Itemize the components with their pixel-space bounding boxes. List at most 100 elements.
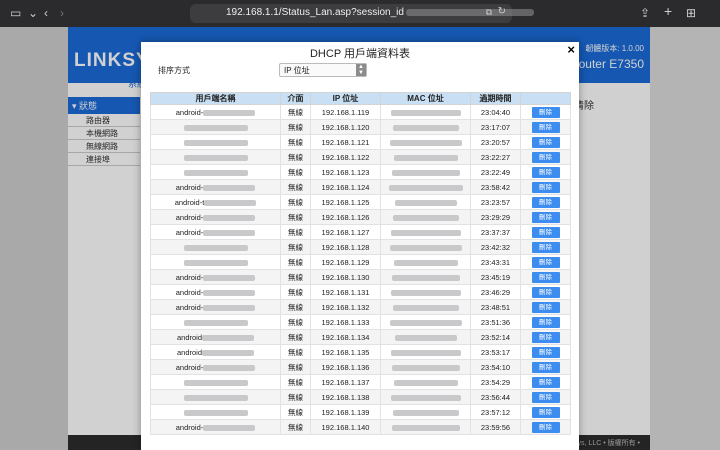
ip-cell: 192.168.1.133 xyxy=(310,314,381,330)
interface-cell: 無線 xyxy=(280,344,311,360)
client-name: android- xyxy=(175,287,204,297)
delete-button[interactable]: 刪除 xyxy=(531,166,560,178)
delete-button[interactable]: 刪除 xyxy=(531,286,560,298)
mac-redacted xyxy=(394,334,457,341)
delete-button[interactable]: 刪除 xyxy=(531,226,560,238)
delete-button[interactable]: 刪除 xyxy=(531,331,560,343)
sidebar-toggle-icon[interactable]: ▭ xyxy=(10,6,21,20)
client-name-cell: android- xyxy=(150,419,281,435)
mac-cell xyxy=(380,134,471,150)
ip-cell: 192.168.1.137 xyxy=(310,374,381,390)
delete-button[interactable]: 刪除 xyxy=(531,391,560,403)
action-cell: 刪除 xyxy=(520,269,571,285)
client-name-cell: android- xyxy=(150,359,281,375)
table-row: 無線 192.168.1.121 23:20:57 刪除 xyxy=(150,134,571,150)
new-tab-icon[interactable]: + xyxy=(664,4,672,18)
delete-button[interactable]: 刪除 xyxy=(531,241,560,253)
back-icon[interactable]: ‹ xyxy=(44,6,48,20)
client-name: android- xyxy=(175,212,204,222)
expire-cell: 23:53:17 xyxy=(470,344,521,360)
ip-cell: 192.168.1.123 xyxy=(310,164,381,180)
delete-button[interactable]: 刪除 xyxy=(531,256,560,268)
mac-redacted xyxy=(391,424,460,431)
delete-button[interactable]: 刪除 xyxy=(531,421,560,433)
client-name-cell xyxy=(150,389,281,405)
reload-icon[interactable]: ↻ xyxy=(498,6,506,17)
delete-button[interactable]: 刪除 xyxy=(531,151,560,163)
sort-select[interactable]: IP 位址 ▲ ▼ xyxy=(279,63,367,77)
delete-button[interactable]: 刪除 xyxy=(531,316,560,328)
expire-cell: 23:04:40 xyxy=(470,104,521,120)
delete-button[interactable]: 刪除 xyxy=(531,136,560,148)
action-cell: 刪除 xyxy=(520,179,571,195)
expire-cell: 23:42:32 xyxy=(470,239,521,255)
delete-button[interactable]: 刪除 xyxy=(531,301,560,313)
column-header-mac: MAC 位址 xyxy=(380,92,471,105)
delete-button[interactable]: 刪除 xyxy=(531,346,560,358)
client-name-redacted xyxy=(183,124,248,131)
ip-cell: 192.168.1.136 xyxy=(310,359,381,375)
client-name-cell xyxy=(150,314,281,330)
delete-button[interactable]: 刪除 xyxy=(531,376,560,388)
close-icon[interactable]: × xyxy=(567,42,575,57)
interface-cell: 無線 xyxy=(280,359,311,375)
chevron-down-icon[interactable]: ⌄ xyxy=(28,6,38,20)
delete-button[interactable]: 刪除 xyxy=(531,121,560,133)
mac-cell xyxy=(380,269,471,285)
delete-button[interactable]: 刪除 xyxy=(531,196,560,208)
action-cell: 刪除 xyxy=(520,119,571,135)
mac-cell xyxy=(380,119,471,135)
mac-cell xyxy=(380,389,471,405)
translate-icon[interactable]: ⧉ xyxy=(486,7,492,18)
action-cell: 刪除 xyxy=(520,209,571,225)
mac-redacted xyxy=(392,214,459,221)
delete-button[interactable]: 刪除 xyxy=(531,271,560,283)
mac-redacted xyxy=(393,259,458,266)
column-header-expire: 過期時間 xyxy=(470,92,521,105)
client-name-redacted xyxy=(183,139,248,146)
expire-cell: 23:43:31 xyxy=(470,254,521,270)
ip-cell: 192.168.1.127 xyxy=(310,224,381,240)
mac-cell xyxy=(380,284,471,300)
client-name-redacted xyxy=(203,424,256,431)
delete-button[interactable]: 刪除 xyxy=(531,106,560,118)
mac-cell xyxy=(380,239,471,255)
action-cell: 刪除 xyxy=(520,419,571,435)
table-row: android- 無線 192.168.1.119 23:04:40 刪除 xyxy=(150,104,571,120)
client-name: android- xyxy=(175,182,204,192)
delete-button[interactable]: 刪除 xyxy=(531,361,560,373)
action-cell: 刪除 xyxy=(520,329,571,345)
expire-cell: 23:58:42 xyxy=(470,179,521,195)
interface-cell: 無線 xyxy=(280,104,311,120)
ip-cell: 192.168.1.134 xyxy=(310,329,381,345)
expire-cell: 23:29:29 xyxy=(470,209,521,225)
interface-cell: 無線 xyxy=(280,419,311,435)
client-name-cell xyxy=(150,134,281,150)
ip-cell: 192.168.1.132 xyxy=(310,299,381,315)
delete-button[interactable]: 刪除 xyxy=(531,181,560,193)
interface-cell: 無線 xyxy=(280,404,311,420)
sort-select-value: IP 位址 xyxy=(284,66,310,75)
client-name-cell: android xyxy=(150,329,281,345)
delete-button[interactable]: 刪除 xyxy=(531,406,560,418)
table-row: android 無線 192.168.1.135 23:53:17 刪除 xyxy=(150,344,571,360)
tab-overview-icon[interactable]: ⊞ xyxy=(686,6,696,20)
table-row: 無線 192.168.1.133 23:51:36 刪除 xyxy=(150,314,571,330)
address-bar[interactable]: 192.168.1.1/Status_Lan.asp?session_id ⧉ … xyxy=(190,4,534,23)
select-arrows-icon: ▲ ▼ xyxy=(356,64,366,76)
ip-cell: 192.168.1.130 xyxy=(310,269,381,285)
delete-button[interactable]: 刪除 xyxy=(531,211,560,223)
share-icon[interactable]: ⇪ xyxy=(640,6,650,20)
mac-redacted xyxy=(392,124,459,131)
client-name-cell xyxy=(150,374,281,390)
forward-icon[interactable]: › xyxy=(60,6,64,20)
interface-cell: 無線 xyxy=(280,314,311,330)
client-name-redacted xyxy=(183,244,248,251)
client-name-redacted xyxy=(202,349,255,356)
mac-cell xyxy=(380,224,471,240)
table-row: android- 無線 192.168.1.124 23:58:42 刪除 xyxy=(150,179,571,195)
mac-redacted xyxy=(389,319,462,326)
mac-cell xyxy=(380,149,471,165)
table-row: 無線 192.168.1.122 23:22:27 刪除 xyxy=(150,149,571,165)
mac-redacted xyxy=(393,379,458,386)
